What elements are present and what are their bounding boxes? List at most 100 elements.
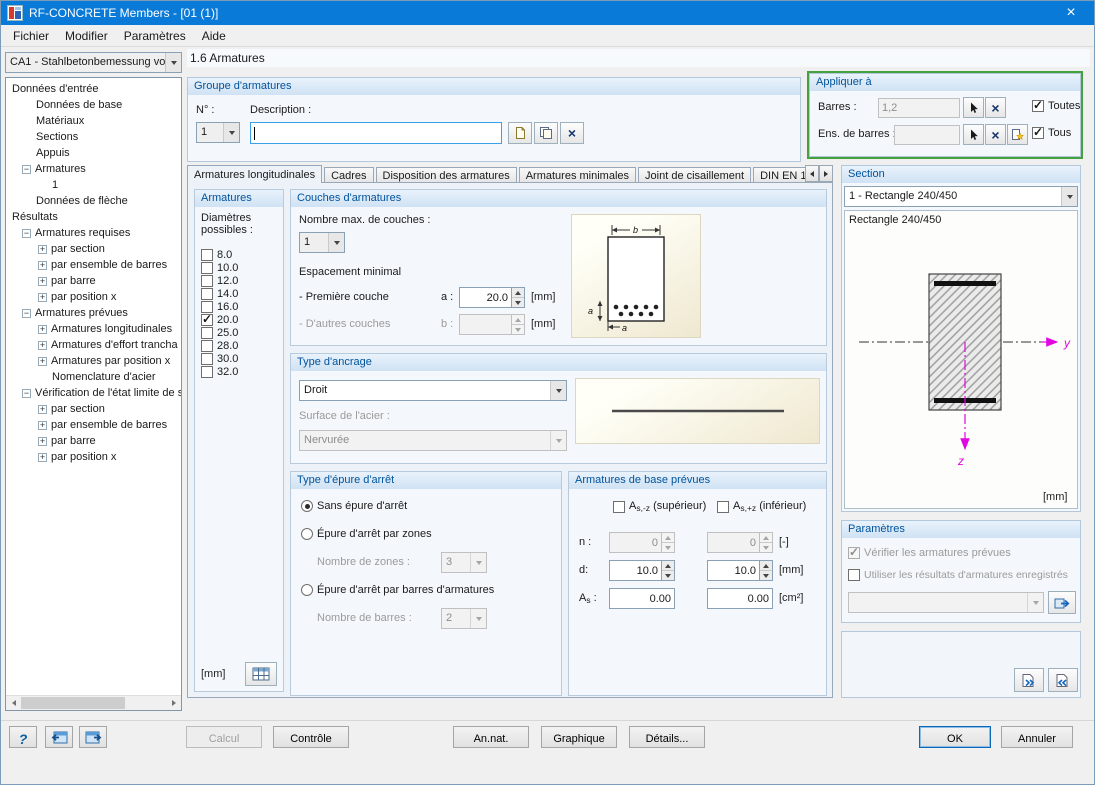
ok-button[interactable]: OK [919, 726, 991, 748]
tree-item-els-par-section[interactable]: par section [6, 401, 181, 417]
sans-epure-radio[interactable] [301, 500, 313, 512]
spinner-arrows[interactable] [511, 287, 525, 308]
tab-cadres[interactable]: Cadres [324, 167, 374, 183]
prev-window-button[interactable] [45, 726, 73, 748]
paste-settings-button[interactable] [1048, 668, 1078, 692]
tree-item-armatures-prevues[interactable]: Armatures prévues [6, 305, 181, 321]
copy-settings-button[interactable] [1014, 668, 1044, 692]
as-bottom-field[interactable]: 0.00 [707, 588, 773, 609]
close-button[interactable]: × [1048, 1, 1094, 25]
diameter-12-checkbox[interactable] [201, 274, 213, 287]
as-top-checkbox[interactable] [613, 500, 625, 513]
tree-item-donnees-de-base[interactable]: Données de base [6, 97, 181, 113]
as-bottom-checkbox[interactable] [717, 500, 729, 513]
expand-icon[interactable] [38, 356, 47, 366]
tree-item-appuis[interactable]: Appuis [6, 145, 181, 161]
tree-item-els-par-position-x[interactable]: par position x [6, 449, 181, 465]
tree-item-par-section[interactable]: par section [6, 241, 181, 257]
tree-item-materiaux[interactable]: Matériaux [6, 113, 181, 129]
tous-checkbox[interactable] [1032, 125, 1044, 139]
collapse-icon[interactable] [22, 388, 31, 398]
tree-item-els-par-ensemble[interactable]: par ensemble de barres [6, 417, 181, 433]
tab-disposition-armatures[interactable]: Disposition des armatures [375, 167, 517, 183]
menu-item-modifier[interactable]: Modifier [57, 26, 116, 46]
expand-icon[interactable] [38, 244, 47, 254]
controle-button[interactable]: Contrôle [273, 726, 349, 748]
menu-item-fichier[interactable]: Fichier [5, 26, 57, 46]
scroll-right-icon[interactable] [166, 696, 181, 710]
diameter-32-checkbox[interactable] [201, 365, 213, 378]
design-case-selector[interactable]: CA1 - Stahlbetonbemessung vo [5, 52, 182, 73]
tree-item-armatures-effort[interactable]: Armatures d'effort trancha [6, 337, 181, 353]
tree-item-nomenclature[interactable]: Nomenclature d'acier [6, 369, 181, 385]
expand-icon[interactable] [38, 436, 47, 446]
spinner-arrows[interactable] [759, 560, 773, 581]
tree-item-par-position-x[interactable]: par position x [6, 289, 181, 305]
edit-diameter-list-button[interactable] [245, 662, 277, 686]
expand-icon[interactable] [38, 420, 47, 430]
diameter-10-checkbox[interactable] [201, 261, 213, 274]
tree-item-par-ensemble[interactable]: par ensemble de barres [6, 257, 181, 273]
toutes-checkbox[interactable] [1032, 98, 1044, 112]
tab-armatures-minimales[interactable]: Armatures minimales [518, 167, 637, 183]
tree-item-armatures-position-x[interactable]: Armatures par position x [6, 353, 181, 369]
tree-horizontal-scrollbar[interactable] [6, 695, 181, 710]
tab-armatures-longitudinales[interactable]: Armatures longitudinales [187, 165, 323, 183]
tab-scroll-left-button[interactable] [805, 165, 819, 182]
diameter-20-checkbox[interactable] [201, 312, 213, 326]
annuler-button[interactable]: Annuler [1001, 726, 1073, 748]
as-top-field[interactable]: 0.00 [609, 588, 675, 609]
delete-group-button[interactable]: × [560, 122, 584, 144]
graphique-button[interactable]: Graphique [541, 726, 617, 748]
diameter-28-checkbox[interactable] [201, 339, 213, 352]
spinner-arrows[interactable] [661, 560, 675, 581]
diameter-25-checkbox[interactable] [201, 326, 213, 339]
section-combobox[interactable]: 1 - Rectangle 240/450 [844, 186, 1078, 207]
collapse-icon[interactable] [22, 228, 31, 238]
ancrage-type-combobox[interactable]: Droit [299, 380, 567, 401]
expand-icon[interactable] [38, 324, 47, 334]
clear-barres-button[interactable]: × [985, 97, 1006, 118]
tab-scroll-right-button[interactable] [819, 165, 833, 182]
scroll-left-icon[interactable] [6, 696, 21, 710]
new-group-button[interactable] [508, 122, 532, 144]
d-bottom-spinner[interactable]: 10.0 [707, 560, 773, 581]
expand-icon[interactable] [38, 260, 47, 270]
expand-icon[interactable] [38, 404, 47, 414]
a-spinner[interactable]: 20.0 [459, 287, 525, 308]
expand-icon[interactable] [38, 292, 47, 302]
next-window-button[interactable] [79, 726, 107, 748]
tab-joint-cisaillement[interactable]: Joint de cisaillement [638, 167, 752, 183]
utiliser-resultats-checkbox[interactable] [848, 569, 860, 581]
epure-zones-radio[interactable] [301, 528, 313, 540]
import-results-button[interactable] [1048, 591, 1076, 614]
scrollbar-thumb[interactable] [21, 697, 126, 709]
diameter-30-checkbox[interactable] [201, 352, 213, 365]
new-ens-button[interactable] [1007, 124, 1028, 145]
tree-item-verification-els[interactable]: Vérification de l'état limite de se [6, 385, 181, 401]
tree-item-donnees-de-fleche[interactable]: Données de flèche [6, 193, 181, 209]
expand-icon[interactable] [38, 452, 47, 462]
menu-item-parametres[interactable]: Paramètres [116, 26, 194, 46]
diameter-8-checkbox[interactable] [201, 248, 213, 261]
tree-item-armatures-1[interactable]: 1 [6, 177, 181, 193]
description-input[interactable] [250, 122, 502, 144]
tree-item-sections[interactable]: Sections [6, 129, 181, 145]
tree-item-donnees-entree[interactable]: Données d'entrée [6, 81, 181, 97]
collapse-icon[interactable] [22, 164, 31, 174]
d-top-spinner[interactable]: 10.0 [609, 560, 675, 581]
diameter-14-checkbox[interactable] [201, 287, 213, 300]
expand-icon[interactable] [38, 340, 47, 350]
pick-ens-button[interactable] [963, 124, 984, 145]
tree-item-armatures-requises[interactable]: Armatures requises [6, 225, 181, 241]
tree-item-armatures[interactable]: Armatures [6, 161, 181, 177]
collapse-icon[interactable] [22, 308, 31, 318]
help-button[interactable]: ? [9, 726, 37, 748]
menu-item-aide[interactable]: Aide [194, 26, 234, 46]
max-couches-combobox[interactable]: 1 [299, 232, 345, 253]
pick-barres-button[interactable] [963, 97, 984, 118]
epure-barres-radio[interactable] [301, 584, 313, 596]
expand-icon[interactable] [38, 276, 47, 286]
tree-item-els-par-barre[interactable]: par barre [6, 433, 181, 449]
details-button[interactable]: Détails... [629, 726, 705, 748]
